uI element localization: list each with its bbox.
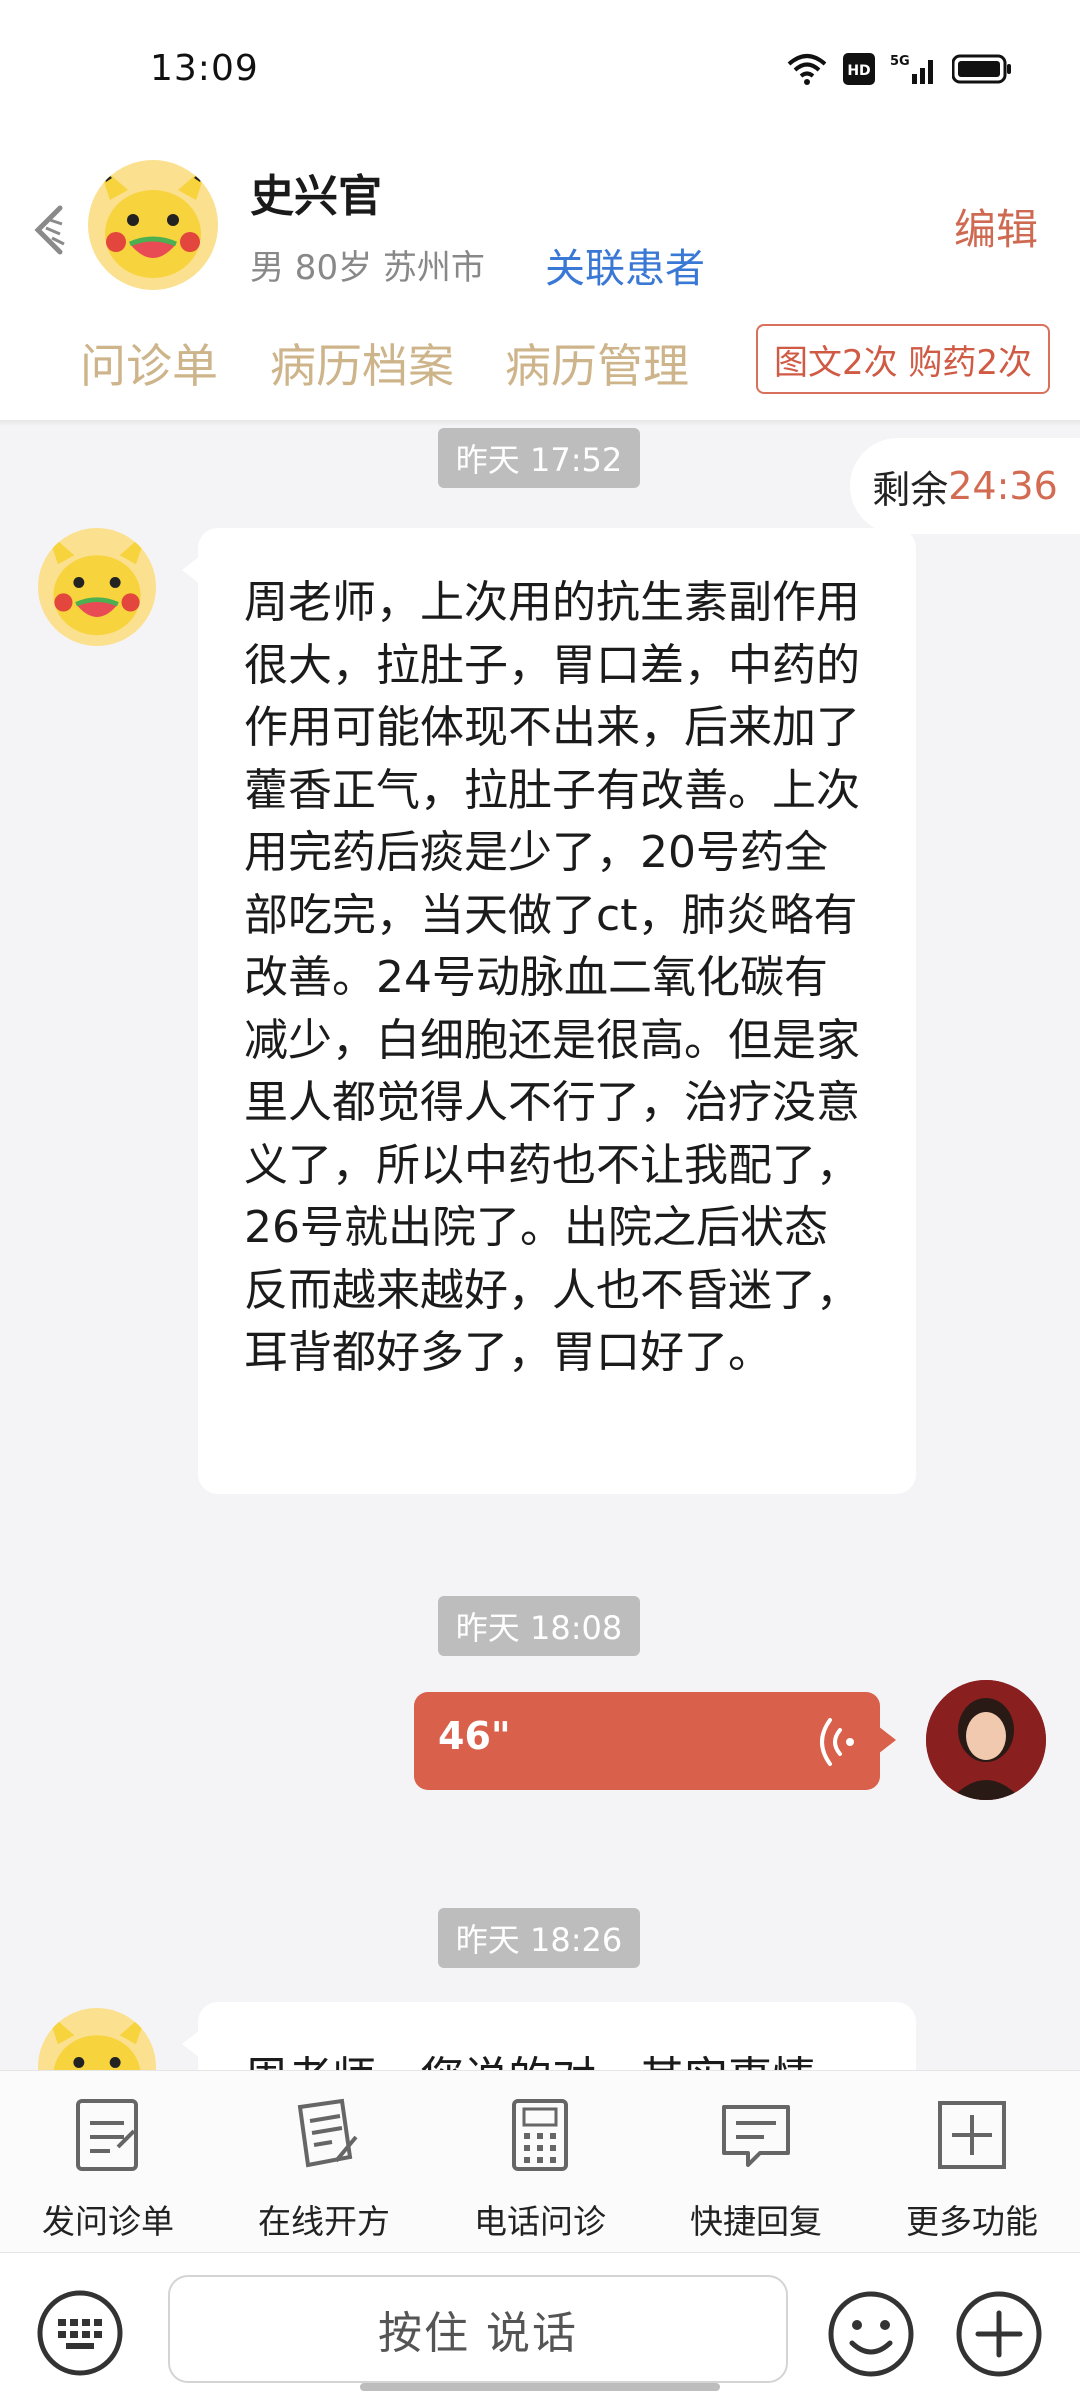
svg-text:HD: HD bbox=[847, 63, 870, 79]
voice-message[interactable]: 46" bbox=[414, 1692, 896, 1790]
phone-icon bbox=[512, 2099, 568, 2171]
form-icon bbox=[76, 2099, 138, 2171]
tool-label: 发问诊单 bbox=[42, 2202, 174, 2241]
emoji-button[interactable] bbox=[826, 2289, 916, 2379]
emoji-icon bbox=[828, 2291, 914, 2377]
phone-consult-button[interactable]: 电话问诊 bbox=[432, 2071, 648, 2253]
patient-text-message[interactable]: 周老师，上次用的抗生素副作用很大，拉肚子，胃口差，中药的作用可能体现不出来，后来… bbox=[182, 528, 916, 1494]
status-icons: HD 5G bbox=[786, 52, 1012, 86]
tool-label: 在线开方 bbox=[258, 2202, 390, 2241]
message-timestamp: 昨天 18:26 bbox=[438, 1908, 640, 1968]
plus-icon bbox=[956, 2291, 1042, 2377]
pikachu-avatar-icon bbox=[47, 2011, 147, 2070]
status-time: 13:09 bbox=[150, 48, 259, 89]
tab-consult-form[interactable]: 问诊单 bbox=[80, 330, 218, 396]
online-prescription-button[interactable]: 在线开方 bbox=[216, 2071, 432, 2253]
patient-text-message[interactable]: 周老师，您说的对，其实事情 bbox=[182, 2002, 916, 2070]
quick-reply-button[interactable]: 快捷回复 bbox=[648, 2071, 864, 2253]
tab-record-management[interactable]: 病历管理 bbox=[505, 330, 689, 396]
message-timestamp: 昨天 17:52 bbox=[438, 428, 640, 488]
header-tabs: 问诊单 病历档案 病历管理 图文2次 购药2次 bbox=[0, 324, 1080, 410]
patient-message-avatar[interactable] bbox=[38, 2008, 156, 2070]
pikachu-avatar-icon bbox=[47, 531, 147, 636]
patient-name: 史兴官 bbox=[250, 171, 382, 222]
more-functions-button[interactable]: 更多功能 bbox=[864, 2071, 1080, 2253]
input-bar: 按住 说话 bbox=[0, 2252, 1080, 2400]
voice-duration: 46" bbox=[438, 1714, 511, 1758]
patient-avatar[interactable] bbox=[88, 160, 218, 290]
voice-wave-icon bbox=[820, 1718, 854, 1766]
keyboard-icon bbox=[37, 2290, 123, 2376]
tool-label: 更多功能 bbox=[906, 2202, 1038, 2241]
hd-icon: HD bbox=[843, 53, 875, 85]
patient-message-avatar[interactable] bbox=[38, 528, 156, 646]
pikachu-avatar-icon bbox=[98, 164, 208, 278]
tab-medical-records[interactable]: 病历档案 bbox=[270, 330, 454, 396]
status-bar: 13:09 HD 5G bbox=[0, 0, 1080, 140]
quick-reply-icon bbox=[722, 2105, 790, 2167]
remaining-label: 剩余 bbox=[872, 467, 949, 512]
remaining-time-badge: 剩余 24:36 bbox=[850, 438, 1080, 534]
battery-icon bbox=[952, 54, 1011, 84]
chat-messages[interactable]: 昨天 17:52 剩余 24:36 周老师，上次用的抗生素副作用很大，拉肚子，胃口… bbox=[0, 420, 1080, 2070]
function-toolbar: 发问诊单 在线开方 电话问诊 快捷回复 更多功能 bbox=[0, 2070, 1080, 2252]
edit-button[interactable]: 编辑 bbox=[954, 196, 1038, 257]
link-patient-button[interactable]: 关联患者 bbox=[545, 236, 705, 294]
back-icon bbox=[34, 205, 65, 255]
wifi-icon bbox=[787, 54, 827, 85]
keyboard-toggle-button[interactable] bbox=[36, 2289, 124, 2377]
send-consult-form-button[interactable]: 发问诊单 bbox=[0, 2071, 216, 2253]
service-quota-badge[interactable]: 图文2次 购药2次 bbox=[756, 324, 1050, 394]
tool-label: 电话问诊 bbox=[474, 2202, 606, 2241]
home-indicator[interactable] bbox=[360, 2383, 720, 2391]
doctor-photo-icon bbox=[926, 1680, 1046, 1800]
attach-button[interactable] bbox=[954, 2289, 1044, 2379]
prescription-icon bbox=[297, 2098, 358, 2168]
svg-text:5G: 5G bbox=[890, 54, 910, 69]
patient-meta: 男 80岁 苏州市 bbox=[250, 248, 485, 288]
doctor-avatar[interactable] bbox=[926, 1680, 1046, 1800]
hold-to-talk-button[interactable]: 按住 说话 bbox=[168, 2275, 788, 2383]
chat-header: 史兴官 男 80岁 苏州市 关联患者 编辑 问诊单 病历档案 病历管理 图文2次… bbox=[0, 140, 1080, 420]
tool-label: 快捷回复 bbox=[690, 2202, 822, 2241]
5g-signal-icon: 5G bbox=[890, 54, 933, 84]
more-icon bbox=[938, 2101, 1006, 2169]
back-button[interactable] bbox=[30, 200, 70, 260]
message-timestamp: 昨天 18:08 bbox=[438, 1596, 640, 1656]
remaining-time: 24:36 bbox=[948, 464, 1058, 508]
